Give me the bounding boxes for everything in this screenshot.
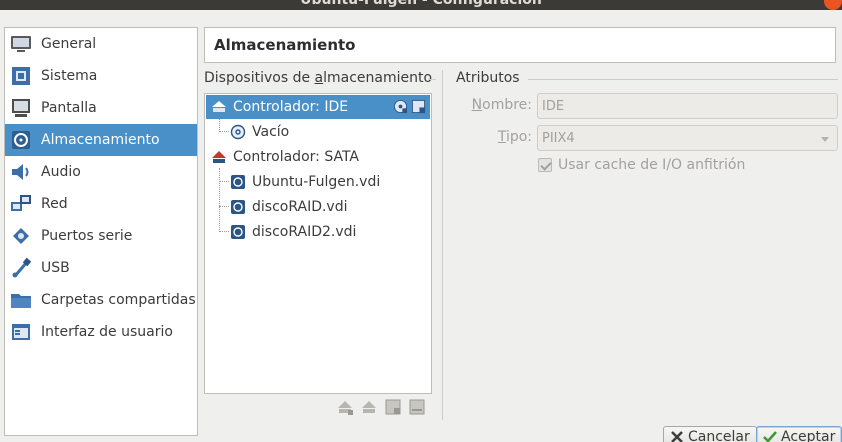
window-title: Ubuntu-Fulgen - Configuración <box>300 0 542 8</box>
checkmark-icon <box>763 431 777 442</box>
usb-icon <box>12 257 32 278</box>
sidebar-item-label: Pantalla <box>41 100 97 116</box>
add-hard-disk-icon[interactable] <box>411 99 426 114</box>
sidebar-item-label: Audio <box>41 164 81 180</box>
sidebar-item-label: Red <box>41 196 68 212</box>
sidebar-item-label: Carpetas compartidas <box>41 292 196 308</box>
sidebar-item-general[interactable]: General <box>5 28 197 60</box>
ide-controller-icon <box>212 101 226 112</box>
storage-devices-label: Dispositivos de almacenamiento <box>204 70 433 86</box>
tree-item-empty-optical[interactable]: Vacío <box>206 120 430 144</box>
page-title: Almacenamiento <box>204 27 836 63</box>
type-field-label: Tipo: <box>497 129 532 145</box>
attributes-group-label: Atributos <box>456 70 520 86</box>
serial-port-icon <box>13 228 29 244</box>
network-icon <box>11 195 31 211</box>
storage-group-divider <box>428 79 436 80</box>
disk-icon <box>12 131 30 149</box>
sidebar-item-label: Sistema <box>41 68 98 84</box>
sidebar-item-puertos-serie[interactable]: Puertos serie <box>5 220 197 252</box>
accept-button[interactable]: Aceptar <box>756 426 842 442</box>
add-attachment-icon[interactable] <box>384 398 402 416</box>
sidebar-item-audio[interactable]: Audio <box>5 156 197 188</box>
ui-window-icon <box>12 324 30 340</box>
remove-controller-icon[interactable] <box>360 398 378 416</box>
sidebar-item-almacenamiento[interactable]: Almacenamiento <box>5 124 197 156</box>
checkbox-checked-icon[interactable] <box>538 158 552 172</box>
settings-sidebar: General Sistema Pantalla Almacenamiento … <box>4 27 198 436</box>
tree-item-label: discoRAID2.vdi <box>252 224 357 240</box>
speaker-icon <box>12 164 29 180</box>
tree-item-label: discoRAID.vdi <box>252 199 348 215</box>
cancel-x-icon <box>671 431 683 442</box>
chip-icon <box>12 67 30 85</box>
hard-disk-icon <box>231 175 245 189</box>
add-optical-drive-icon[interactable] <box>393 99 408 114</box>
sidebar-item-carpetas-compartidas[interactable]: Carpetas compartidas <box>5 284 197 316</box>
tree-item-label: Controlador: IDE <box>233 99 349 115</box>
sidebar-item-label: Puertos serie <box>41 228 133 244</box>
attributes-group-divider <box>528 79 838 80</box>
sata-controller-icon <box>212 151 226 163</box>
host-io-cache-checkbox[interactable]: Usar cache de I/O anfitrión <box>538 157 745 173</box>
tree-item-disk[interactable]: Ubuntu-Fulgen.vdi <box>206 170 430 194</box>
chevron-down-icon <box>821 137 829 142</box>
sidebar-item-label: Almacenamiento <box>41 132 160 148</box>
name-input[interactable]: IDE <box>537 93 838 119</box>
sidebar-item-interfaz-usuario[interactable]: Interfaz de usuario <box>5 316 197 348</box>
tree-item-label: Controlador: SATA <box>233 149 359 165</box>
hard-disk-icon <box>231 200 245 214</box>
cancel-button[interactable]: Cancelar <box>663 426 757 442</box>
panel-divider <box>442 70 443 420</box>
folder-icon <box>11 294 31 308</box>
tree-item-label: Ubuntu-Fulgen.vdi <box>252 174 381 190</box>
tree-item-disk[interactable]: discoRAID.vdi <box>206 195 430 219</box>
storage-tree[interactable]: Controlador: IDE Vacío Controlador: SATA… <box>204 93 432 394</box>
tree-item-label: Vacío <box>252 124 290 140</box>
hard-disk-icon <box>231 225 245 239</box>
tree-item-disk[interactable]: discoRAID2.vdi <box>206 220 430 244</box>
add-controller-icon[interactable] <box>336 398 354 416</box>
window-close-button[interactable] <box>824 0 842 10</box>
sidebar-item-red[interactable]: Red <box>5 188 197 220</box>
storage-toolbar <box>336 398 426 416</box>
monitor-general-icon <box>11 36 31 52</box>
type-select[interactable]: PIIX4 <box>537 125 838 151</box>
tree-item-sata-controller[interactable]: Controlador: SATA <box>206 145 430 169</box>
sidebar-item-label: USB <box>41 260 70 276</box>
tree-item-ide-controller[interactable]: Controlador: IDE <box>206 95 430 119</box>
sidebar-item-label: Interfaz de usuario <box>41 324 173 340</box>
display-icon <box>12 99 30 117</box>
sidebar-item-label: General <box>41 36 97 52</box>
sidebar-item-usb[interactable]: USB <box>5 252 197 284</box>
optical-disc-icon <box>230 124 246 140</box>
remove-attachment-icon[interactable] <box>408 398 426 416</box>
sidebar-item-sistema[interactable]: Sistema <box>5 60 197 92</box>
window-titlebar: Ubuntu-Fulgen - Configuración <box>0 0 842 10</box>
name-field-label: Nombre: <box>471 97 532 113</box>
sidebar-item-pantalla[interactable]: Pantalla <box>5 92 197 124</box>
